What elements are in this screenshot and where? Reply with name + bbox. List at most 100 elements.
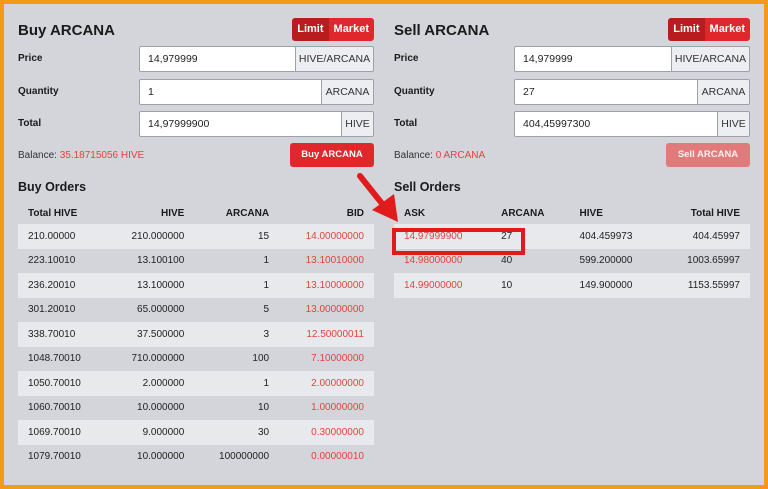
buy-arcana-button[interactable]: Buy ARCANA xyxy=(290,143,374,167)
sell-price-unit: HIVE/ARCANA xyxy=(672,46,750,72)
arrow-down-right-icon xyxy=(357,173,398,222)
buy-quantity-input[interactable]: 1 xyxy=(139,79,322,105)
sell-arcana-button[interactable]: Sell ARCANA xyxy=(666,143,750,167)
buy-orders-table: Total HIVE HIVE ARCANA BID 210.00000 210.… xyxy=(18,202,374,469)
buy-order-cell: 14.00000000 xyxy=(305,230,364,242)
buy-total-unit: HIVE xyxy=(342,111,374,137)
buy-title: Buy ARCANA xyxy=(18,22,115,39)
sell-price-label: Price xyxy=(394,53,419,64)
sell-order-row[interactable]: 14.99000000 10 149.900000 1153.55997 xyxy=(394,273,750,298)
buy-market-button[interactable]: Market xyxy=(328,18,374,41)
buy-order-cell: 10.000000 xyxy=(137,402,185,414)
buy-order-cell: 236.20010 xyxy=(28,279,76,291)
buy-order-cell: 1.00000000 xyxy=(311,402,364,414)
buy-orders-title: Buy Orders xyxy=(18,180,87,194)
buy-order-row[interactable]: 338.70010 37.500000 3 12.50000011 xyxy=(18,322,374,347)
buy-order-cell: 2.00000000 xyxy=(311,377,364,389)
sell-orders-title: Sell Orders xyxy=(394,180,461,194)
sell-order-cell: 404.45997 xyxy=(692,230,740,242)
sell-col-total-hive: Total HIVE xyxy=(690,207,740,219)
buy-order-row[interactable]: 210.00000 210.000000 15 14.00000000 xyxy=(18,224,374,249)
sell-order-cell: 149.900000 xyxy=(579,279,633,291)
buy-balance-value[interactable]: 35.18715056 HIVE xyxy=(60,150,145,161)
buy-order-cell: 10 xyxy=(257,402,270,414)
sell-total-row: Total 404,45997300 HIVE xyxy=(394,111,750,137)
buy-order-row[interactable]: 236.20010 13.100000 1 13.10000000 xyxy=(18,273,374,298)
sell-quantity-label: Quantity xyxy=(394,86,435,97)
buy-order-cell: 1048.70010 xyxy=(28,353,81,365)
buy-col-total-hive: Total HIVE xyxy=(28,207,78,219)
highlight-box xyxy=(392,228,525,255)
buy-order-cell: 710.000000 xyxy=(131,353,185,365)
sell-col-hive: HIVE xyxy=(579,207,603,219)
buy-limit-button[interactable]: Limit xyxy=(292,18,329,41)
buy-order-cell: 12.50000011 xyxy=(306,328,364,340)
buy-quantity-label: Quantity xyxy=(18,86,59,97)
buy-col-hive: HIVE xyxy=(160,207,185,219)
buy-order-cell: 13.00000000 xyxy=(305,304,364,316)
buy-order-cell: 5 xyxy=(263,304,270,316)
sell-quantity-row: Quantity 27 ARCANA xyxy=(394,79,750,105)
buy-total-row: Total 14,97999900 HIVE xyxy=(18,111,374,137)
buy-quantity-unit: ARCANA xyxy=(322,79,374,105)
buy-order-cell: 1050.70010 xyxy=(28,377,81,389)
sell-quantity-input[interactable]: 27 xyxy=(514,79,698,105)
buy-order-cell: 10.000000 xyxy=(137,451,185,463)
buy-order-row[interactable]: 1079.70010 10.000000 100000000 0.00000010 xyxy=(18,444,374,469)
buy-order-row[interactable]: 1060.70010 10.000000 10 1.00000000 xyxy=(18,395,374,420)
buy-order-cell: 1 xyxy=(263,377,270,389)
buy-order-cell: 1060.70010 xyxy=(28,402,81,414)
sell-limit-button[interactable]: Limit xyxy=(668,18,705,41)
sell-balance-value[interactable]: 0 ARCANA xyxy=(436,150,485,161)
buy-total-label: Total xyxy=(18,118,42,129)
sell-price-row: Price 14,979999 HIVE/ARCANA xyxy=(394,46,750,72)
buy-order-cell: 30 xyxy=(257,426,270,438)
buy-order-cell: 15 xyxy=(257,230,270,242)
sell-title: Sell ARCANA xyxy=(394,22,490,39)
sell-total-input[interactable]: 404,45997300 xyxy=(514,111,718,137)
buy-price-label: Price xyxy=(18,53,43,64)
sell-quantity-unit: ARCANA xyxy=(698,79,750,105)
buy-order-cell: 3 xyxy=(263,328,270,340)
buy-quantity-row: Quantity 1 ARCANA xyxy=(18,79,374,105)
buy-order-type-toggle: Limit Market xyxy=(292,18,374,41)
buy-order-cell: 37.500000 xyxy=(137,328,185,340)
buy-col-arcana: ARCANA xyxy=(225,207,270,219)
sell-order-type-toggle: Limit Market xyxy=(668,18,750,41)
sell-order-cell: 599.200000 xyxy=(579,255,633,267)
buy-order-row[interactable]: 1048.70010 710.000000 100 7.10000000 xyxy=(18,346,374,371)
sell-price-input[interactable]: 14,979999 xyxy=(514,46,672,72)
sell-order-cell: 404.459973 xyxy=(579,230,633,242)
sell-market-button[interactable]: Market xyxy=(704,18,750,41)
sell-order-cell: 1003.65997 xyxy=(687,255,740,267)
exchange-frame: Buy ARCANA Limit Market Price 14,979999 … xyxy=(4,4,764,485)
buy-order-cell: 100 xyxy=(252,353,270,365)
sell-balance: Balance: 0 ARCANA xyxy=(394,150,485,161)
buy-order-cell: 1 xyxy=(263,279,270,291)
buy-order-cell: 13.100100 xyxy=(137,255,185,267)
sell-col-arcana: ARCANA xyxy=(501,207,545,219)
buy-order-cell: 301.20010 xyxy=(28,304,76,316)
sell-order-cell: 1153.55997 xyxy=(687,279,740,291)
buy-order-cell: 2.000000 xyxy=(142,377,185,389)
buy-order-cell: 13.10010000 xyxy=(305,255,364,267)
buy-order-cell: 9.000000 xyxy=(142,426,185,438)
buy-price-input[interactable]: 14,979999 xyxy=(139,46,296,72)
sell-balance-label: Balance: xyxy=(394,150,433,161)
buy-order-cell: 1079.70010 xyxy=(28,451,81,463)
buy-order-cell: 1 xyxy=(263,255,270,267)
buy-price-unit: HIVE/ARCANA xyxy=(296,46,374,72)
buy-order-cell: 13.100000 xyxy=(137,279,185,291)
buy-balance: Balance: 35.18715056 HIVE xyxy=(18,150,144,161)
buy-order-cell: 338.70010 xyxy=(28,328,76,340)
buy-order-row[interactable]: 1050.70010 2.000000 1 2.00000000 xyxy=(18,371,374,396)
buy-order-cell: 1069.70010 xyxy=(28,426,81,438)
sell-order-cell: 10 xyxy=(501,279,513,291)
buy-order-row[interactable]: 1069.70010 9.000000 30 0.30000000 xyxy=(18,420,374,445)
buy-order-cell: 210.000000 xyxy=(131,230,185,242)
buy-order-row[interactable]: 223.10010 13.100100 1 13.10010000 xyxy=(18,248,374,273)
sell-total-label: Total xyxy=(394,118,418,129)
buy-total-input[interactable]: 14,97999900 xyxy=(139,111,342,137)
buy-order-row[interactable]: 301.20010 65.000000 5 13.00000000 xyxy=(18,297,374,322)
sell-order-cell: 14.99000000 xyxy=(404,279,463,291)
